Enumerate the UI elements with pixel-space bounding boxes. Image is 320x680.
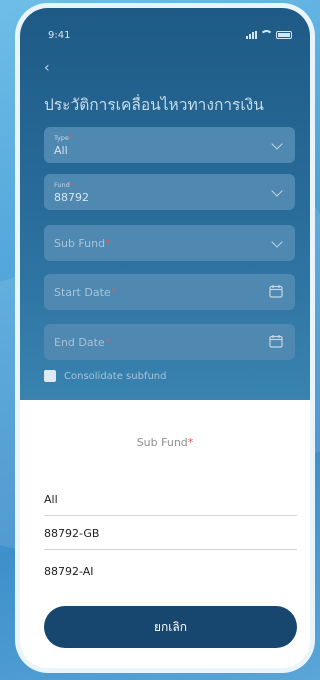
type-label: Type* [54,134,73,142]
consolidate-subfund-checkbox[interactable]: Consolidate subfund [44,370,167,382]
wifi-icon [260,30,273,39]
fund-value: 88792 [54,191,89,204]
start-date-field[interactable]: Start Date* [44,274,295,310]
end-date-placeholder: End Date* [54,336,111,349]
battery-icon [276,30,292,39]
calendar-icon [269,285,283,298]
sub-fund-placeholder: Sub Fund* [54,237,111,250]
option-divider [44,549,297,550]
option-label: 88792-GB [44,527,100,540]
sheet-title: Sub Fund* [136,436,194,449]
status-time: 9:41 [48,30,71,41]
calendar-icon [269,335,283,348]
end-date-field[interactable]: End Date* [44,324,295,360]
type-select[interactable]: Type* All [44,127,295,163]
cancel-button[interactable]: ยกเลิก [44,606,297,648]
back-chevron-icon[interactable]: ‹ [44,61,54,75]
phone-frame: 9:41 ‹ ประวัติการเคลื่อนไหวทางการเงิน Ty… [20,8,310,668]
start-date-placeholder: Start Date* [54,286,117,299]
status-icons [246,30,292,39]
option-divider [44,515,297,516]
status-bar: 9:41 [48,30,292,42]
consolidate-subfund-label: Consolidate subfund [64,370,167,382]
chevron-down-icon [271,236,283,248]
sub-fund-select[interactable]: Sub Fund* [44,225,295,261]
type-value: All [54,144,68,157]
fund-select[interactable]: Fund* 88792 [44,174,295,210]
chevron-down-icon [271,185,283,197]
option-label: All [44,493,58,506]
fund-label: Fund* [54,181,73,189]
chevron-down-icon [271,138,283,150]
filter-screen: 9:41 ‹ ประวัติการเคลื่อนไหวทางการเงิน Ty… [20,8,310,408]
signal-icon [246,30,257,39]
option-label: 88792-AI [44,565,94,578]
sub-fund-bottom-sheet: Sub Fund* All 88792-GB 88792-AI ยกเลิก [20,400,310,668]
checkbox-icon[interactable] [44,370,56,382]
page-title: ประวัติการเคลื่อนไหวทางการเงิน [44,96,264,114]
